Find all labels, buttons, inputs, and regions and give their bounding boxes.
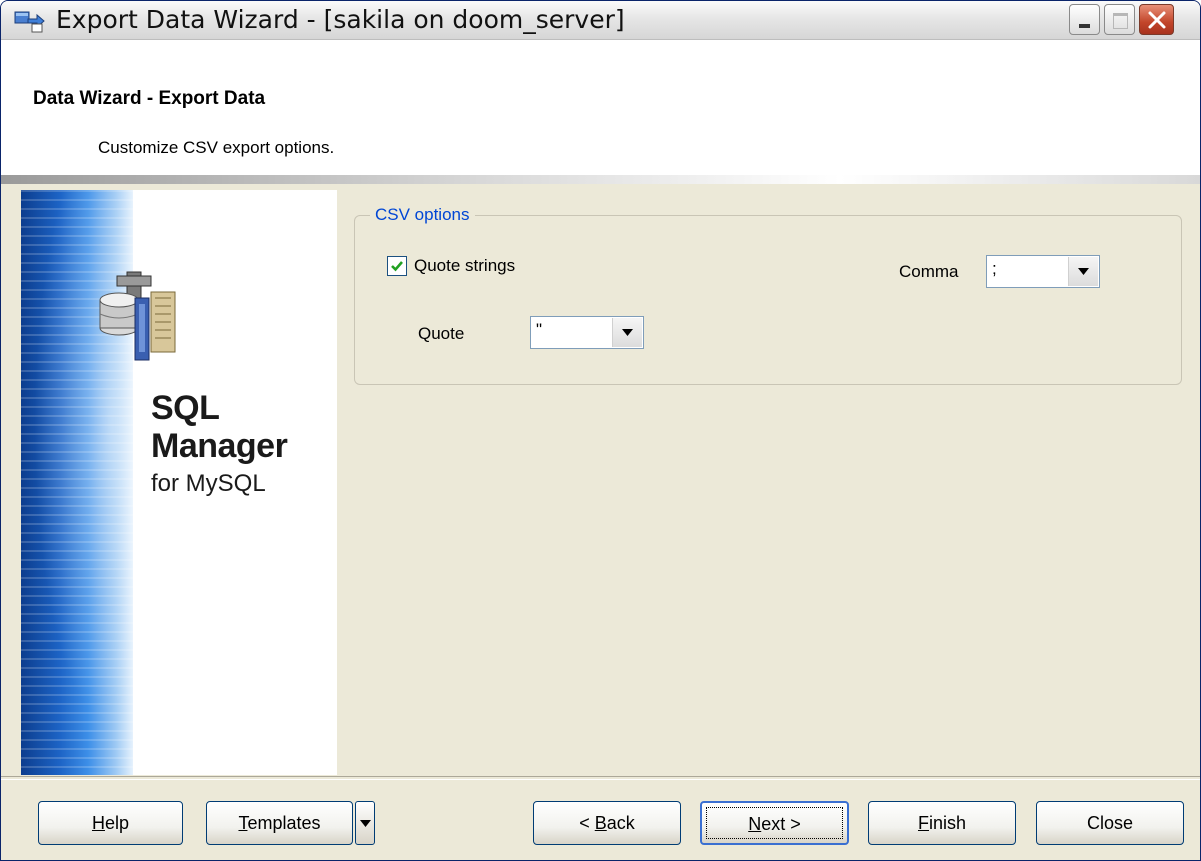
back-prefix: <	[579, 813, 595, 833]
back-button[interactable]: < Back	[533, 801, 681, 845]
back-hotkey: B	[594, 813, 607, 833]
close-label: Close	[1086, 813, 1134, 833]
wizard-subtitle: Customize CSV export options.	[98, 138, 335, 157]
back-label: ack	[606, 813, 635, 833]
comma-value: ;	[992, 259, 997, 278]
wizard-title: Data Wizard - Export Data	[33, 88, 266, 109]
brand-line-1: SQL	[151, 389, 220, 427]
footer-divider	[1, 776, 1200, 780]
help-button[interactable]: Help	[38, 801, 183, 845]
next-label: ext >	[761, 814, 801, 834]
maximize-button[interactable]	[1104, 4, 1135, 35]
finish-label: inish	[928, 813, 967, 833]
chevron-down-icon	[360, 820, 371, 827]
templates-menu-button[interactable]	[355, 801, 375, 845]
window-title: Export Data Wizard - [sakila on doom_ser…	[56, 5, 625, 34]
options-panel: CSV options Quote strings Comma ; Quote …	[337, 184, 1200, 775]
comma-select[interactable]: ;	[986, 255, 1100, 288]
quote-strings-label[interactable]: Quote strings	[414, 255, 515, 277]
quote-strings-checkbox[interactable]	[387, 256, 407, 276]
quote-select[interactable]: "	[530, 316, 644, 349]
chevron-down-icon	[1078, 268, 1089, 275]
next-hotkey: N	[748, 814, 762, 834]
finish-button[interactable]: Finish	[868, 801, 1016, 845]
minimize-icon	[1079, 24, 1090, 28]
header-divider	[1, 175, 1200, 184]
maximize-icon	[1113, 13, 1128, 29]
product-banner: SQL Manager for MySQL	[21, 190, 337, 775]
quote-dropdown-arrow[interactable]	[612, 318, 642, 347]
brand-line-3: for MySQL	[151, 470, 266, 497]
database-tools-icon	[99, 271, 176, 361]
csv-options-group: CSV options Quote strings Comma ; Quote …	[354, 204, 1182, 385]
minimize-button[interactable]	[1069, 4, 1100, 35]
wizard-header: Data Wizard - Export Data Customize CSV …	[1, 40, 1200, 176]
help-hotkey: H	[91, 813, 105, 833]
close-icon	[1148, 11, 1166, 29]
csv-options-legend: CSV options	[370, 204, 475, 226]
templates-label: emplates	[247, 813, 321, 833]
brand-line-2: Manager	[151, 427, 288, 465]
finish-hotkey: F	[917, 813, 929, 833]
close-button[interactable]: Close	[1036, 801, 1184, 845]
help-label: elp	[104, 813, 130, 833]
export-wizard-icon	[13, 9, 49, 33]
export-wizard-window: Export Data Wizard - [sakila on doom_ser…	[0, 0, 1201, 861]
templates-button[interactable]: Templates	[206, 801, 353, 845]
checkmark-icon	[391, 261, 403, 272]
title-bar[interactable]: Export Data Wizard - [sakila on doom_ser…	[1, 1, 1200, 40]
chevron-down-icon	[622, 329, 633, 336]
quote-label: Quote	[418, 324, 465, 343]
comma-label: Comma	[899, 262, 959, 281]
next-button[interactable]: Next >	[700, 801, 849, 845]
close-window-button[interactable]	[1139, 4, 1174, 35]
comma-dropdown-arrow[interactable]	[1068, 257, 1098, 286]
quote-value: "	[536, 320, 543, 339]
